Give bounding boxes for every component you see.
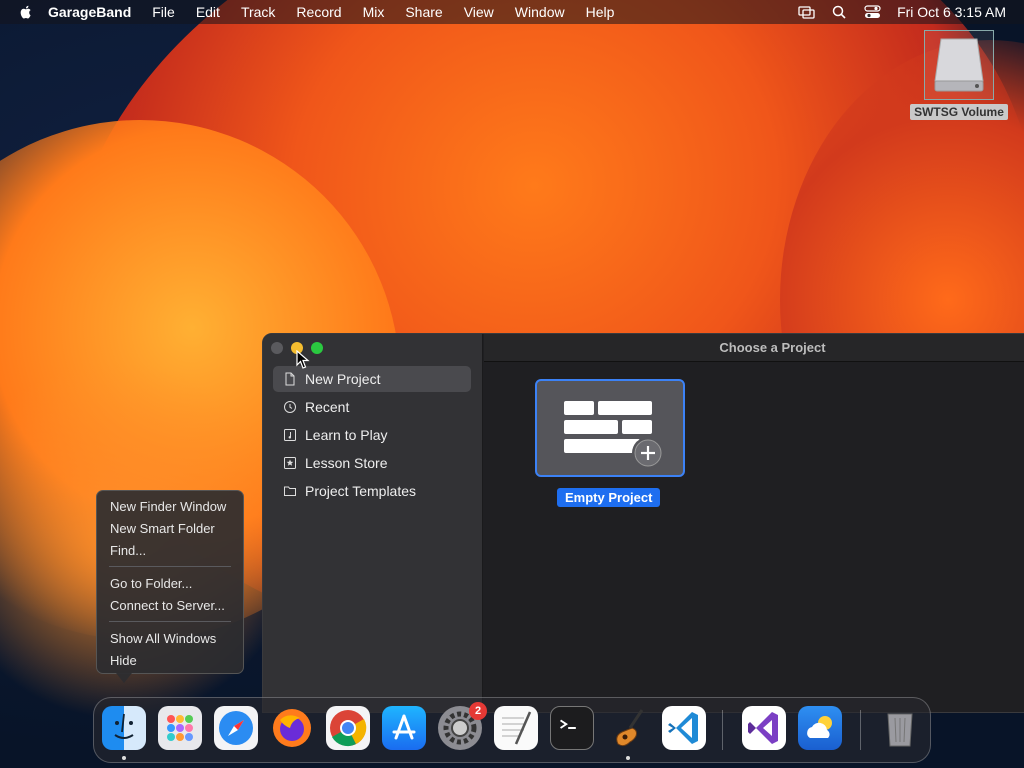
menu-item-connect-to-server[interactable]: Connect to Server... (97, 594, 243, 616)
finder-icon[interactable] (102, 706, 146, 750)
weather-icon[interactable] (798, 706, 842, 750)
star-icon (284, 457, 296, 469)
menu-separator (109, 621, 231, 622)
window-title: Choose a Project (719, 340, 826, 355)
menu-mix[interactable]: Mix (363, 4, 385, 20)
sidebar-item-learn-to-play[interactable]: Learn to Play (273, 422, 471, 448)
menu-file[interactable]: File (152, 4, 175, 20)
dock-separator (722, 710, 723, 750)
dock: 2 (93, 697, 931, 763)
sidebar-item-lesson-store[interactable]: Lesson Store (273, 450, 471, 476)
sidebar-item-label: Recent (305, 399, 350, 415)
folder-icon (284, 486, 296, 496)
launchpad-icon[interactable] (158, 706, 202, 750)
menu-item-new-smart-folder[interactable]: New Smart Folder (97, 517, 243, 539)
menu-share[interactable]: Share (405, 4, 442, 20)
menu-bar: GarageBand File Edit Track Record Mix Sh… (0, 0, 1024, 24)
menu-pointer-arrow (116, 673, 132, 683)
close-button[interactable] (271, 342, 283, 354)
desktop-volume[interactable]: SWTSG Volume (908, 30, 1010, 121)
empty-project-tile[interactable] (535, 379, 685, 477)
window-title-bar: Choose a Project (484, 334, 1024, 362)
menu-view[interactable]: View (464, 4, 494, 20)
volume-label: SWTSG Volume (910, 104, 1008, 120)
sidebar-item-label: Lesson Store (305, 455, 388, 471)
clock-icon (284, 401, 296, 413)
zoom-button[interactable] (311, 342, 323, 354)
sidebar-list: New Project Recent Learn to Play Lesson … (273, 366, 471, 506)
sidebar: New Project Recent Learn to Play Lesson … (263, 334, 483, 712)
sidebar-item-label: Project Templates (305, 483, 417, 499)
garageband-running-indicator (626, 756, 630, 760)
menu-record[interactable]: Record (296, 4, 341, 20)
mouse-cursor-icon (296, 350, 310, 369)
vscode-icon[interactable] (662, 706, 706, 750)
chrome-icon[interactable] (326, 706, 370, 750)
sidebar-item-label: Learn to Play (305, 427, 388, 443)
garageband-icon[interactable] (606, 706, 650, 750)
safari-icon[interactable] (214, 706, 258, 750)
menu-track[interactable]: Track (241, 4, 275, 20)
apple-icon[interactable] (18, 4, 34, 20)
app-store-icon[interactable] (382, 706, 426, 750)
sidebar-item-recent[interactable]: Recent (273, 394, 471, 420)
sidebar-item-label: New Project (305, 371, 381, 387)
empty-project-label[interactable]: Empty Project (557, 488, 661, 507)
notification-badge: 2 (469, 702, 487, 720)
menu-separator (109, 566, 231, 567)
external-drive-icon[interactable] (924, 30, 994, 100)
menu-item-go-to-folder[interactable]: Go to Folder... (97, 572, 243, 594)
sidebar-item-project-templates[interactable]: Project Templates (273, 478, 471, 504)
music-note-icon (284, 429, 296, 441)
trash-icon[interactable] (878, 706, 922, 750)
menu-help[interactable]: Help (586, 4, 615, 20)
finder-dock-menu: New Finder Window New Smart Folder Find.… (96, 490, 244, 674)
menu-item-hide[interactable]: Hide (97, 649, 243, 671)
menu-app-name[interactable]: GarageBand (48, 4, 131, 20)
menu-item-show-all-windows[interactable]: Show All Windows (97, 627, 243, 649)
menu-item-new-finder-window[interactable]: New Finder Window (97, 495, 243, 517)
control-center-icon[interactable] (864, 5, 881, 19)
menu-clock[interactable]: Fri Oct 6 3:15 AM (897, 4, 1006, 20)
search-icon[interactable] (831, 5, 848, 19)
visual-studio-icon[interactable] (742, 706, 786, 750)
terminal-icon[interactable] (550, 706, 594, 750)
document-icon (285, 372, 295, 386)
firefox-icon[interactable] (270, 706, 314, 750)
project-chooser-window: New Project Recent Learn to Play Lesson … (262, 333, 1024, 713)
screen-mirroring-icon[interactable] (798, 5, 815, 19)
finder-running-indicator (122, 756, 126, 760)
menu-item-find[interactable]: Find... (97, 539, 243, 561)
textedit-icon[interactable] (494, 706, 538, 750)
empty-project-icon (564, 401, 664, 469)
dock-separator (860, 710, 861, 750)
menu-window[interactable]: Window (515, 4, 565, 20)
menu-edit[interactable]: Edit (196, 4, 220, 20)
